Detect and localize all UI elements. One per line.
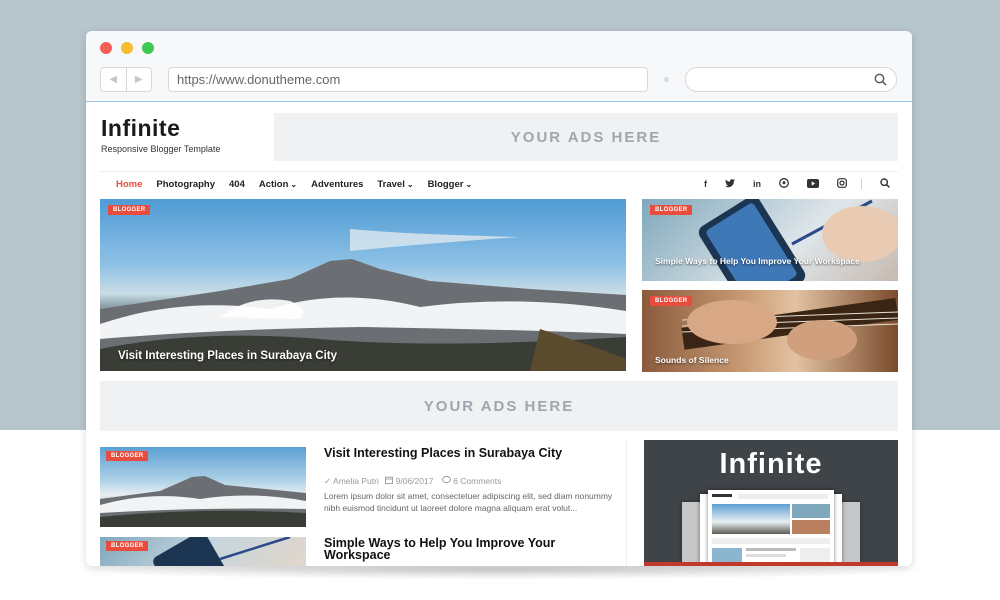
post-thumbnail[interactable]: BLOGGER <box>100 537 306 566</box>
chevron-down-icon: ⌄ <box>290 180 298 189</box>
header-ad-banner[interactable]: YOUR ADS HERE <box>274 113 898 161</box>
web-page: Infinite Responsive Blogger Template YOU… <box>86 103 912 566</box>
site-branding: Infinite Responsive Blogger Template <box>101 115 231 154</box>
menu-separator <box>861 179 862 189</box>
category-badge[interactable]: BLOGGER <box>108 205 151 215</box>
search-icon <box>874 73 887 86</box>
chevron-down-icon: ⌄ <box>406 180 414 189</box>
search-icon[interactable] <box>880 178 890 190</box>
menu-item-adventures[interactable]: Adventures <box>311 179 363 190</box>
linkedin-icon[interactable]: in <box>753 179 761 189</box>
featured-side-title[interactable]: Sounds of Silence <box>655 355 729 365</box>
site-tagline: Responsive Blogger Template <box>101 144 221 154</box>
minimize-window-button[interactable] <box>121 42 133 54</box>
pinterest-icon[interactable] <box>779 178 789 190</box>
featured-side-title[interactable]: Simple Ways to Help You Improve Your Wor… <box>655 256 885 267</box>
menu-item-travel[interactable]: Travel ⌄ <box>377 179 413 190</box>
content-ad-banner[interactable]: YOUR ADS HERE <box>100 381 898 431</box>
post-title[interactable]: Visit Interesting Places in Surabaya Cit… <box>324 447 604 460</box>
post-thumbnail[interactable]: BLOGGER <box>100 447 306 527</box>
comments-icon <box>441 476 453 486</box>
instagram-icon[interactable] <box>837 178 847 190</box>
category-badge[interactable]: BLOGGER <box>650 296 693 306</box>
menu-item-blogger[interactable]: Blogger ⌄ <box>428 179 473 190</box>
promo-title: Infinite <box>719 448 823 480</box>
check-icon: ✓ <box>324 476 332 486</box>
browser-chrome: ◀ ▶ https://www.donutheme.com <box>86 31 912 102</box>
mountain-landscape-image <box>100 229 626 371</box>
chevron-down-icon: ⌄ <box>465 180 473 189</box>
post-excerpt: Lorem ipsum dolor sit amet, consectetuer… <box>324 491 613 513</box>
browser-window: ◀ ▶ https://www.donutheme.com Infinite R… <box>86 31 912 566</box>
menu-item-home[interactable]: Home <box>116 179 142 190</box>
twitter-icon[interactable] <box>725 178 735 190</box>
post-date: 9/06/2017 <box>395 476 434 486</box>
history-nav: ◀ ▶ <box>100 67 152 92</box>
post-title[interactable]: Simple Ways to Help You Improve Your Wor… <box>324 537 604 562</box>
menu-item-404[interactable]: 404 <box>229 179 245 190</box>
template-preview-main <box>708 490 834 566</box>
post-list-item: BLOGGER Simple Ways to Help You Improve … <box>100 529 612 566</box>
post-author[interactable]: Amelia Putri <box>333 476 379 486</box>
menu-item-photography[interactable]: Photography <box>156 179 215 190</box>
calendar-icon <box>385 476 395 486</box>
category-badge[interactable]: BLOGGER <box>106 541 149 551</box>
post-comments-count[interactable]: 6 Comments <box>453 476 501 486</box>
forward-icon[interactable]: ▶ <box>127 68 152 91</box>
post-meta: ✓ Amelia Putri 9/06/2017 6 Comments <box>324 476 501 487</box>
featured-main-title[interactable]: Visit Interesting Places in Surabaya Cit… <box>118 350 337 362</box>
address-bar[interactable]: https://www.donutheme.com <box>168 67 648 92</box>
browser-search-input[interactable] <box>685 67 897 92</box>
close-window-button[interactable] <box>100 42 112 54</box>
menu-item-action[interactable]: Action ⌄ <box>259 179 297 190</box>
site-title[interactable]: Infinite <box>101 115 231 142</box>
content-divider <box>626 439 627 566</box>
youtube-icon[interactable] <box>807 178 819 190</box>
back-icon[interactable]: ◀ <box>101 68 127 91</box>
post-list-item: BLOGGER Visit Interesting Places in Sura… <box>100 439 612 529</box>
toolbar-separator <box>664 77 669 82</box>
featured-post-side-2[interactable]: BLOGGER Sounds of Silence <box>642 290 898 372</box>
featured-post-main[interactable]: BLOGGER Visit Interesting Places in Sura… <box>100 199 626 371</box>
promo-bottom-bar <box>644 562 898 566</box>
facebook-icon[interactable]: f <box>704 179 707 189</box>
category-badge[interactable]: BLOGGER <box>650 205 693 215</box>
category-badge[interactable]: BLOGGER <box>106 451 149 461</box>
featured-post-side-1[interactable]: BLOGGER Simple Ways to Help You Improve … <box>642 199 898 281</box>
maximize-window-button[interactable] <box>142 42 154 54</box>
main-menu: Home Photography 404 Action ⌄ Adventures … <box>100 171 898 197</box>
social-links: f in <box>686 178 890 190</box>
sidebar-promo-widget[interactable]: Infinite <box>644 440 898 566</box>
